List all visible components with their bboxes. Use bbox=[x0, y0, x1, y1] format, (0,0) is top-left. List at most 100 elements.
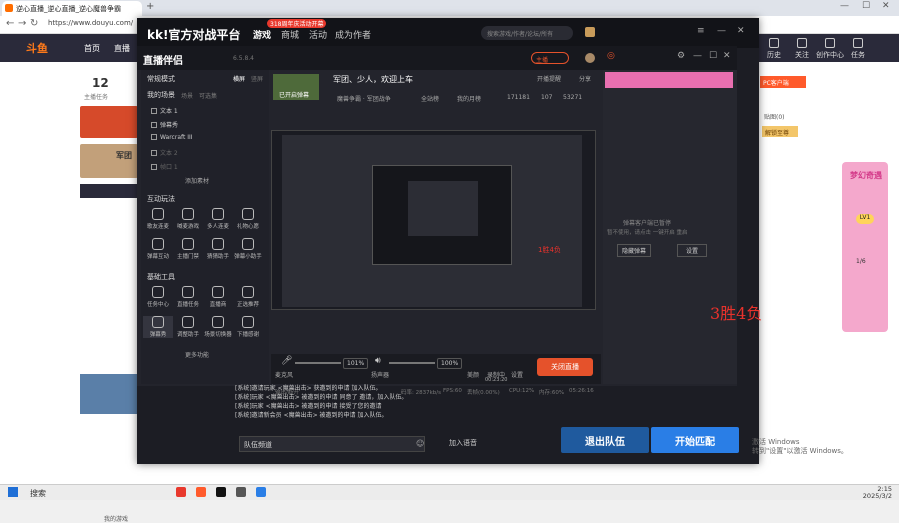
rank-all[interactable]: 全站榜 bbox=[421, 94, 439, 103]
kk-close-icon[interactable]: ✕ bbox=[737, 26, 745, 36]
source-item[interactable]: Warcraft III bbox=[151, 134, 251, 141]
kk-search-input[interactable]: 搜索游戏/作者/论坛/所有 bbox=[481, 26, 573, 40]
live-app-icon[interactable] bbox=[236, 487, 246, 497]
close-icon[interactable]: ✕ bbox=[882, 1, 890, 11]
interact-item[interactable]: 多人连麦 bbox=[203, 208, 233, 230]
live-close-icon[interactable]: ✕ bbox=[723, 51, 731, 61]
bell-icon[interactable]: ◎ bbox=[607, 51, 615, 61]
tool-item[interactable]: 任务中心 bbox=[143, 286, 173, 308]
interact-item[interactable]: 主播门禁 bbox=[173, 238, 203, 260]
live-maximize-icon[interactable]: ☐ bbox=[709, 51, 717, 61]
mic-icon[interactable]: 🎤︎ bbox=[281, 356, 292, 366]
kk-nav-events[interactable]: 活动 bbox=[309, 28, 327, 41]
interact-item[interactable]: 礼物心愿 bbox=[233, 208, 263, 230]
speaker-icon[interactable]: 🔊︎ bbox=[375, 356, 381, 366]
nav-follow[interactable]: 关注 bbox=[788, 38, 816, 60]
stream-preview[interactable]: 1胜4负 bbox=[271, 130, 596, 310]
avatar[interactable] bbox=[585, 27, 595, 37]
room-category[interactable]: 魔兽争霸 · 军团战争 bbox=[337, 94, 391, 103]
interact-item[interactable]: 猜猜助手 bbox=[203, 238, 233, 260]
rank-month[interactable]: 我的月榜 bbox=[457, 94, 481, 103]
edge-icon[interactable] bbox=[256, 487, 266, 497]
kk-nav-author[interactable]: 成为作者 bbox=[335, 28, 371, 41]
live-minimize-icon[interactable]: — bbox=[693, 51, 702, 61]
promo-strip[interactable] bbox=[605, 72, 733, 88]
optional-tab[interactable]: 可选集 bbox=[199, 91, 217, 100]
live-reminder[interactable]: 开播提醒 bbox=[537, 74, 561, 83]
chat-channel-select[interactable]: 队伍频道 bbox=[244, 440, 272, 450]
promo-banner[interactable]: 梦幻奇遇 LV1 1/6 bbox=[842, 162, 888, 332]
more-tools-button[interactable]: 更多功能 bbox=[185, 350, 209, 359]
interact-item[interactable]: 弹幕互动 bbox=[143, 238, 173, 260]
anchor-badge[interactable]: 主播 bbox=[531, 52, 569, 64]
taskbar-clock[interactable]: 2:15 2025/3/2 bbox=[852, 486, 892, 500]
nav-live[interactable]: 直播 bbox=[114, 43, 130, 54]
start-icon[interactable] bbox=[8, 487, 18, 497]
tool-item[interactable]: 调整助手 bbox=[173, 316, 203, 338]
pc-client-badge[interactable]: PC客户端 bbox=[760, 76, 806, 88]
game-card[interactable] bbox=[80, 374, 138, 414]
nav-creator[interactable]: 创作中心 bbox=[816, 38, 844, 60]
forward-icon[interactable]: → bbox=[18, 18, 26, 29]
nav-history[interactable]: 历史 bbox=[760, 38, 788, 60]
douyu-app-icon[interactable] bbox=[196, 487, 206, 497]
maximize-icon[interactable]: ☐ bbox=[862, 1, 870, 11]
taskbar-search[interactable]: 搜索 bbox=[30, 488, 46, 499]
minimize-icon[interactable]: — bbox=[840, 1, 849, 11]
start-match-button[interactable]: 开始匹配 bbox=[651, 427, 739, 453]
source-item[interactable]: 文本 2 bbox=[151, 148, 251, 157]
beauty-button[interactable]: 美颜 bbox=[467, 370, 479, 379]
tab-landscape[interactable]: 横屏 bbox=[233, 74, 245, 83]
room-title[interactable]: 军团、少人，欢迎上车 bbox=[333, 74, 413, 85]
tool-item[interactable]: 弹幕秀 bbox=[143, 316, 173, 338]
share-button[interactable]: 分享 bbox=[579, 74, 591, 83]
scene-tab[interactable]: 场景 bbox=[181, 91, 193, 100]
source-item[interactable]: 帧口 1 bbox=[151, 162, 251, 171]
settings-button[interactable]: 设置 bbox=[511, 370, 523, 379]
back-icon[interactable]: ‹ bbox=[237, 28, 241, 38]
tool-item[interactable]: 直播商 bbox=[203, 286, 233, 308]
wps-icon[interactable] bbox=[176, 487, 186, 497]
interact-item[interactable]: 弹幕小助手 bbox=[233, 238, 263, 260]
unlock-button[interactable]: 解锁至尊 bbox=[762, 126, 798, 137]
back-icon[interactable]: ← bbox=[6, 18, 14, 29]
join-voice-button[interactable]: 加入语音 bbox=[449, 438, 477, 448]
tool-item[interactable]: 下播感谢 bbox=[233, 316, 263, 338]
tool-item[interactable]: 正选推荐 bbox=[233, 286, 263, 308]
add-source-button[interactable]: 添加素材 bbox=[185, 176, 209, 185]
kk-nav-games[interactable]: 游戏 bbox=[253, 28, 271, 41]
emoji-icon[interactable]: ☺ bbox=[416, 439, 424, 448]
kk-menu-icon[interactable]: ≡ bbox=[697, 26, 705, 36]
kk-titlebar: kk!官方对战平台 ‹ 游戏 商城 活动 成为作者 318周年庆活动开幕 搜索游… bbox=[137, 18, 759, 48]
tool-item[interactable]: 场景切换器 bbox=[203, 316, 233, 338]
anchor-avatar[interactable] bbox=[585, 53, 595, 63]
nav-tasks[interactable]: 任务 bbox=[844, 38, 872, 60]
banner-thumb[interactable] bbox=[80, 106, 138, 138]
tool-item[interactable]: 直播任务 bbox=[173, 286, 203, 308]
settings-icon[interactable]: ⚙ bbox=[677, 51, 685, 61]
mic-slider[interactable] bbox=[295, 362, 341, 364]
kk-nav-store[interactable]: 商城 bbox=[281, 28, 299, 41]
my-games-link[interactable]: 我的游戏 bbox=[104, 514, 128, 523]
speaker-slider[interactable] bbox=[389, 362, 435, 364]
leave-team-button[interactable]: 退出队伍 bbox=[561, 427, 649, 453]
kk-minimize-icon[interactable]: — bbox=[717, 26, 726, 36]
source-item[interactable]: 文本 1 bbox=[151, 106, 251, 115]
danmu-settings-button[interactable]: 设置 bbox=[677, 244, 708, 257]
interact-item[interactable]: 喊麦游戏 bbox=[173, 208, 203, 230]
url-field[interactable]: https://www.douyu.com/ bbox=[48, 19, 148, 31]
mode-selector[interactable]: 常规模式 bbox=[147, 74, 175, 84]
source-item[interactable]: 弹幕秀 bbox=[151, 120, 251, 129]
chat-input[interactable]: 队伍频道 ☺ bbox=[239, 436, 425, 452]
nav-home[interactable]: 首页 bbox=[84, 43, 100, 54]
end-live-button[interactable]: 关闭直播 bbox=[537, 358, 593, 376]
tab-portrait[interactable]: 竖屏 bbox=[251, 74, 263, 83]
new-tab-icon[interactable]: + bbox=[146, 1, 154, 12]
kk-app-icon[interactable] bbox=[216, 487, 226, 497]
browser-tab[interactable]: 逆心直播_逆心直播_逆心魔兽争霸 bbox=[2, 1, 142, 16]
refresh-icon[interactable]: ↻ bbox=[30, 18, 38, 29]
douyu-logo[interactable]: 斗鱼 bbox=[26, 40, 48, 56]
interact-item[interactable]: 歌友连麦 bbox=[143, 208, 173, 230]
chat-log: [系统]邀请玩家 <魔兽出击> 获邀到的申请 加入队伍。 [系统]玩家 <魔兽出… bbox=[235, 384, 435, 444]
hide-danmu-button[interactable]: 隐藏弹幕 bbox=[617, 244, 652, 257]
